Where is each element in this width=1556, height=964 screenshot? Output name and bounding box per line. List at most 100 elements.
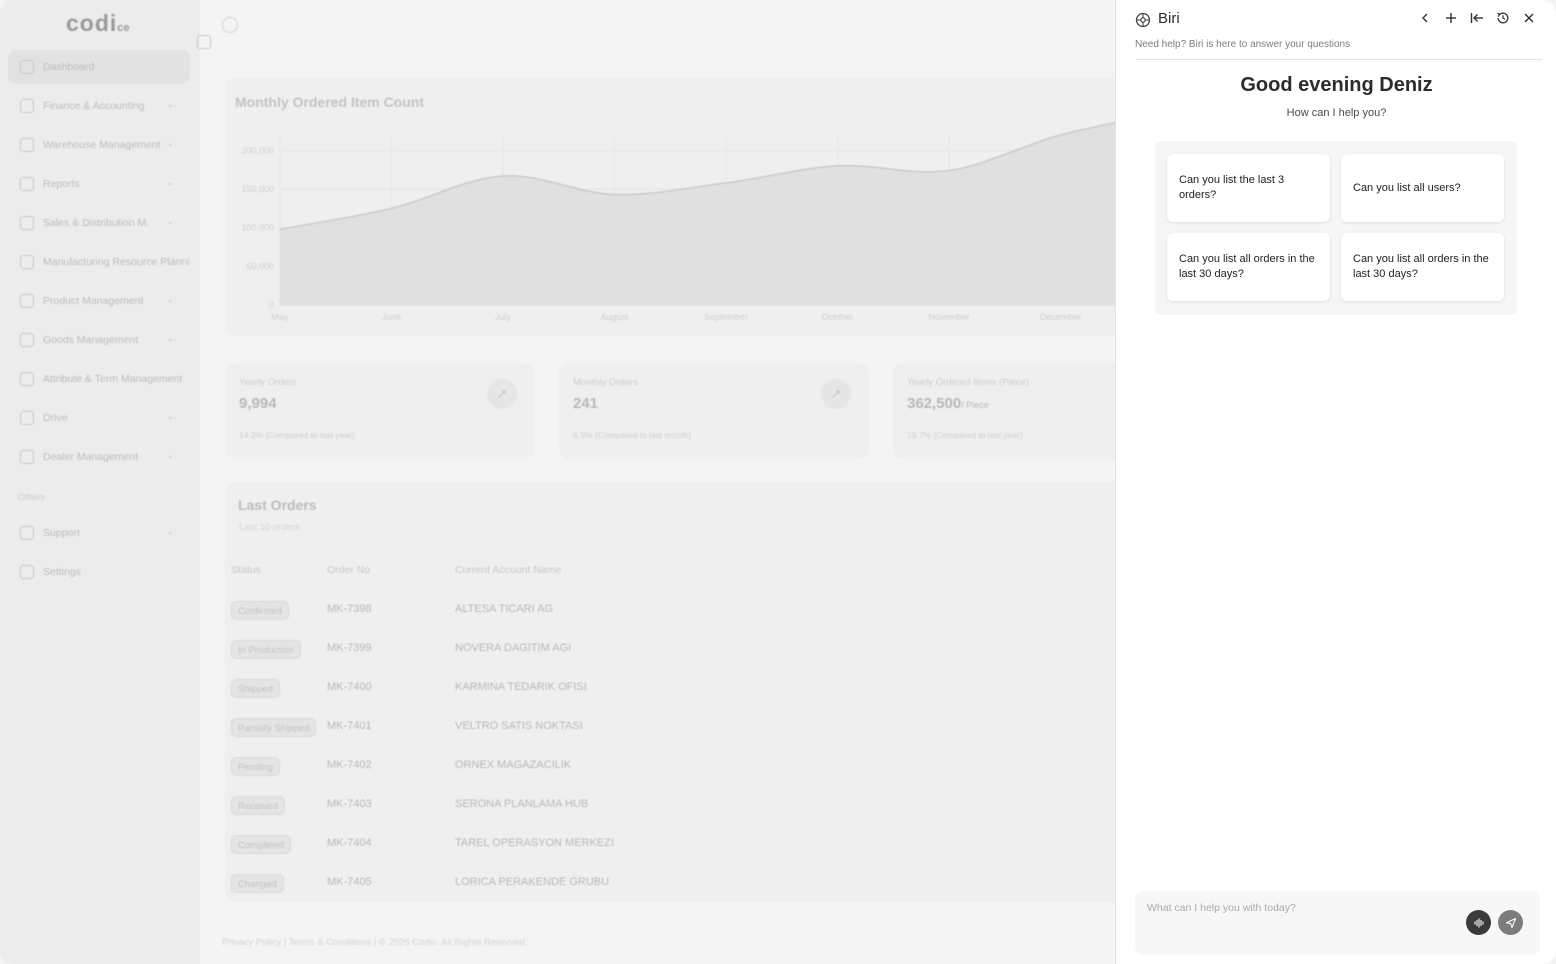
back-icon[interactable] [1412,8,1438,28]
sidebar-item-label: Goods Management [43,334,139,346]
sidebar: codice Dashboard Finance & Accounting ⌄ War… [0,0,200,964]
sidebar-item-label: Dashboard [43,61,95,73]
y-tick-label: 0 [269,300,274,310]
status-badge: Confirmed [231,601,289,620]
x-tick-label: October [821,312,853,322]
account-name: VELTRO SATIS NOKTASI [455,720,583,732]
sidebar-toggle-icon[interactable] [197,35,211,49]
status-badge: In Production [231,640,301,659]
sidebar-item[interactable]: Finance & Accounting ⌄ [8,89,190,123]
table-row[interactable]: Confirmed MK-7398 ALTESA TICARI AG [0,601,900,621]
stat-trend-note: 19.7% (Compared to last year) [907,430,1023,440]
sidebar-item-label: Warehouse Management [43,139,161,151]
suggestion-card[interactable]: Can you list the last 3 orders? [1167,154,1330,222]
sidebar-item-label: Manufacturing Resource Planni [43,256,190,268]
y-tick-label: 100,000 [241,223,274,233]
table-row[interactable]: Shipped MK-7400 KARMINA TEDARIK OFISI [0,679,900,699]
factory-icon [20,255,34,269]
report-icon [20,177,34,191]
chevron-down-icon: ⌄ [166,294,174,304]
sidebar-item[interactable]: Manufacturing Resource Planni [8,245,190,279]
stat-label: Yearly Ordered Items (Piece) [907,377,1030,388]
account-name: TAREL OPERASYON MERKEZI [455,837,614,849]
table-row[interactable]: Changed MK-7405 LORICA PERAKENDE GRUBU [0,874,900,894]
send-icon [1505,917,1516,928]
account-name: ALTESA TICARI AG [455,603,554,615]
sidebar-item[interactable]: Sales & Distribution M. ⌄ [8,206,190,240]
sales-icon [20,216,34,230]
order-number: MK-7402 [327,759,372,771]
diamond-icon [20,99,34,113]
send-button[interactable] [1498,910,1523,935]
sidebar-item-label: Product Management [43,295,144,307]
sidebar-item-label: Finance & Accounting [43,100,145,112]
stat-trend-note: 14.2% (Compared to last year) [239,430,355,440]
chart-title: Monthly Ordered Item Count [235,94,424,110]
x-tick-label: September [704,312,748,322]
account-name: KARMINA TEDARIK OFISI [455,681,587,693]
col-order-no: Order No [327,564,371,576]
tag-icon [20,372,34,386]
order-number: MK-7399 [327,642,372,654]
sidebar-item-label: Dealer Management [43,451,139,463]
sidebar-item[interactable]: Goods Management ⌄ [8,323,190,357]
sidebar-item[interactable]: Dashboard [8,50,190,84]
panel-actions [1412,8,1542,28]
chevron-down-icon: ⌄ [166,99,174,109]
x-tick-label: November [928,312,970,322]
sidebar-item[interactable]: Attribute & Term Management [8,362,190,396]
stat-number: 362,500 [907,395,962,412]
x-tick-label: December [1040,312,1082,322]
monthly-chart: 0 50,000 100,000 150,000 200,000 May June July A… [241,120,1125,322]
table-row[interactable]: Completed MK-7404 TAREL OPERASYON MERKEZI [0,835,900,855]
table-row[interactable]: Partially Shipped MK-7401 VELTRO SATIS NOK… [0,718,900,738]
sidebar-item[interactable]: Drive ⌄ [8,401,190,435]
assistant-panel: Biri Need help? Biri is here to answer y… [1115,0,1556,964]
x-tick-label: July [495,312,512,322]
status-badge: Received [231,796,285,815]
sidebar-item[interactable]: Support ⌄ [8,516,190,550]
suggestion-card[interactable]: Can you list all orders in the last 30 d… [1167,233,1330,301]
table-row[interactable]: Received MK-7403 SERONA PLANLAMA HUB [0,796,900,816]
chevron-down-icon: ⌄ [166,216,174,226]
trend-chart-icon: ↗ [821,379,851,409]
chevron-down-icon: ⌄ [166,411,174,421]
status-badge: Completed [231,835,291,854]
stat-unit: / Piece [961,400,989,410]
stat-number: 9,994 [239,395,277,412]
new-chat-icon[interactable] [1438,8,1464,28]
close-icon[interactable] [1516,8,1542,28]
stat-value: 362,500/ Piece [907,395,989,412]
sidebar-item[interactable]: Settings [8,555,190,589]
stat-value: 241 [573,395,598,412]
sidebar-item[interactable]: Reports ⌄ [8,167,190,201]
suggestion-card[interactable]: Can you list all orders in the last 30 d… [1341,233,1504,301]
suggestions-box: Can you list the last 3 orders? Can you … [1155,141,1517,315]
voice-input-button[interactable] [1466,910,1491,935]
trend-chart-icon: ↗ [487,379,517,409]
nav-section-others: Others [18,492,46,502]
table-row[interactable]: In Production MK-7399 NOVERA DAGITIM AGI [0,640,900,660]
assistant-logo-icon [1135,12,1151,28]
sidebar-item[interactable]: Product Management ⌄ [8,284,190,318]
box-icon [20,294,34,308]
table-row[interactable]: Pending MK-7402 ORNEX MAGAZACILIK [0,757,900,777]
sidebar-item-label: Sales & Distribution M. [43,217,150,229]
refresh-icon[interactable] [222,17,238,33]
history-icon[interactable] [1490,8,1516,28]
suggestion-card[interactable]: Can you list all users? [1341,154,1504,222]
sidebar-item[interactable]: Dealer Management ⌄ [8,440,190,474]
account-name: NOVERA DAGITIM AGI [455,642,572,654]
support-icon [20,526,34,540]
goods-icon [20,333,34,347]
sidebar-item[interactable]: Warehouse Management ⌄ [8,128,190,162]
account-name: SERONA PLANLAMA HUB [455,798,589,810]
collapse-left-icon[interactable] [1464,8,1490,28]
message-input[interactable] [1147,902,1457,914]
y-tick-label: 50,000 [246,261,274,271]
drive-icon [20,411,34,425]
stat-value: 9,994 [239,395,277,412]
status-badge: Changed [231,874,284,893]
area-fill [280,120,1125,305]
header-divider [1135,59,1542,60]
